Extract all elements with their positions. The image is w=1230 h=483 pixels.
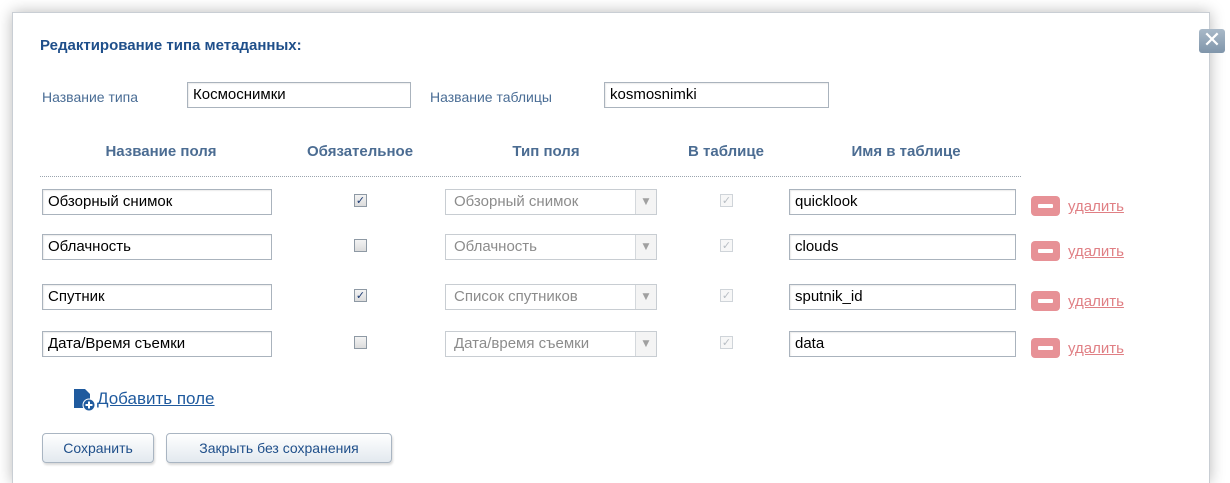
add-document-icon[interactable]: [72, 388, 96, 412]
field-type-value: Дата/время съемки: [454, 335, 590, 352]
field-row: Обзорный снимок ✓ Обзорный снимок ▼ ✓ quicklo…: [0, 189, 1230, 219]
column-header-table-name: Имя в таблице: [851, 143, 961, 160]
table-column-name-input[interactable]: quicklook: [789, 189, 1016, 215]
field-type-select[interactable]: Список спутников ▼: [445, 284, 657, 310]
table-name-label: Название таблицы: [430, 89, 552, 105]
column-header-field-name: Название поля: [105, 143, 217, 160]
close-icon[interactable]: ✕: [1199, 29, 1225, 53]
in-table-checkbox: ✓: [720, 289, 733, 302]
required-checkbox[interactable]: [354, 336, 367, 349]
field-row: Спутник ✓ Список спутников ▼ ✓ sputnik_id удал…: [0, 284, 1230, 314]
delete-field-link[interactable]: удалить: [1068, 293, 1124, 310]
field-type-value: Список спутников: [454, 288, 578, 305]
type-name-input[interactable]: Космоснимки: [187, 82, 411, 108]
required-checkbox[interactable]: ✓: [354, 194, 367, 207]
column-header-in-table: В таблице: [688, 143, 764, 160]
field-name-input[interactable]: Обзорный снимок: [42, 189, 272, 215]
chevron-down-icon[interactable]: ▼: [635, 235, 656, 259]
delete-field-link[interactable]: удалить: [1068, 243, 1124, 260]
table-column-name-input[interactable]: data: [789, 331, 1016, 357]
field-name-input[interactable]: Облачность: [42, 234, 272, 260]
delete-field-link[interactable]: удалить: [1068, 340, 1124, 357]
add-field-link[interactable]: Добавить поле: [97, 389, 215, 409]
required-checkbox[interactable]: [354, 239, 367, 252]
header-divider: [40, 176, 1021, 177]
table-name-input[interactable]: kosmosnimki: [604, 82, 829, 108]
in-table-checkbox: ✓: [720, 336, 733, 349]
column-header-required: Обязательное: [306, 143, 414, 160]
required-checkbox[interactable]: ✓: [354, 289, 367, 302]
column-header-field-type: Тип поля: [512, 143, 580, 160]
minus-icon[interactable]: [1031, 196, 1060, 216]
close-without-saving-button[interactable]: Закрыть без сохранения: [166, 433, 392, 463]
table-column-name-input[interactable]: clouds: [789, 234, 1016, 260]
chevron-down-icon[interactable]: ▼: [635, 190, 656, 214]
field-name-input[interactable]: Спутник: [42, 284, 272, 310]
field-row: Облачность Облачность ▼ ✓ clouds удалить: [0, 234, 1230, 264]
delete-field-link[interactable]: удалить: [1068, 198, 1124, 215]
chevron-down-icon[interactable]: ▼: [635, 285, 656, 309]
dialog-title: Редактирование типа метаданных:: [40, 37, 302, 54]
table-column-name-input[interactable]: sputnik_id: [789, 284, 1016, 310]
field-type-select[interactable]: Дата/время съемки ▼: [445, 331, 657, 357]
in-table-checkbox: ✓: [720, 194, 733, 207]
field-type-value: Облачность: [454, 238, 537, 255]
field-row: Дата/Время съемки Дата/время съемки ▼ ✓ data…: [0, 331, 1230, 361]
field-type-select[interactable]: Обзорный снимок ▼: [445, 189, 657, 215]
minus-icon[interactable]: [1031, 241, 1060, 261]
chevron-down-icon[interactable]: ▼: [635, 332, 656, 356]
in-table-checkbox: ✓: [720, 239, 733, 252]
type-name-label: Название типа: [42, 89, 139, 105]
field-type-select[interactable]: Облачность ▼: [445, 234, 657, 260]
save-button[interactable]: Сохранить: [42, 433, 154, 463]
field-type-value: Обзорный снимок: [454, 193, 579, 210]
minus-icon[interactable]: [1031, 338, 1060, 358]
field-name-input[interactable]: Дата/Время съемки: [42, 331, 272, 357]
minus-icon[interactable]: [1031, 291, 1060, 311]
